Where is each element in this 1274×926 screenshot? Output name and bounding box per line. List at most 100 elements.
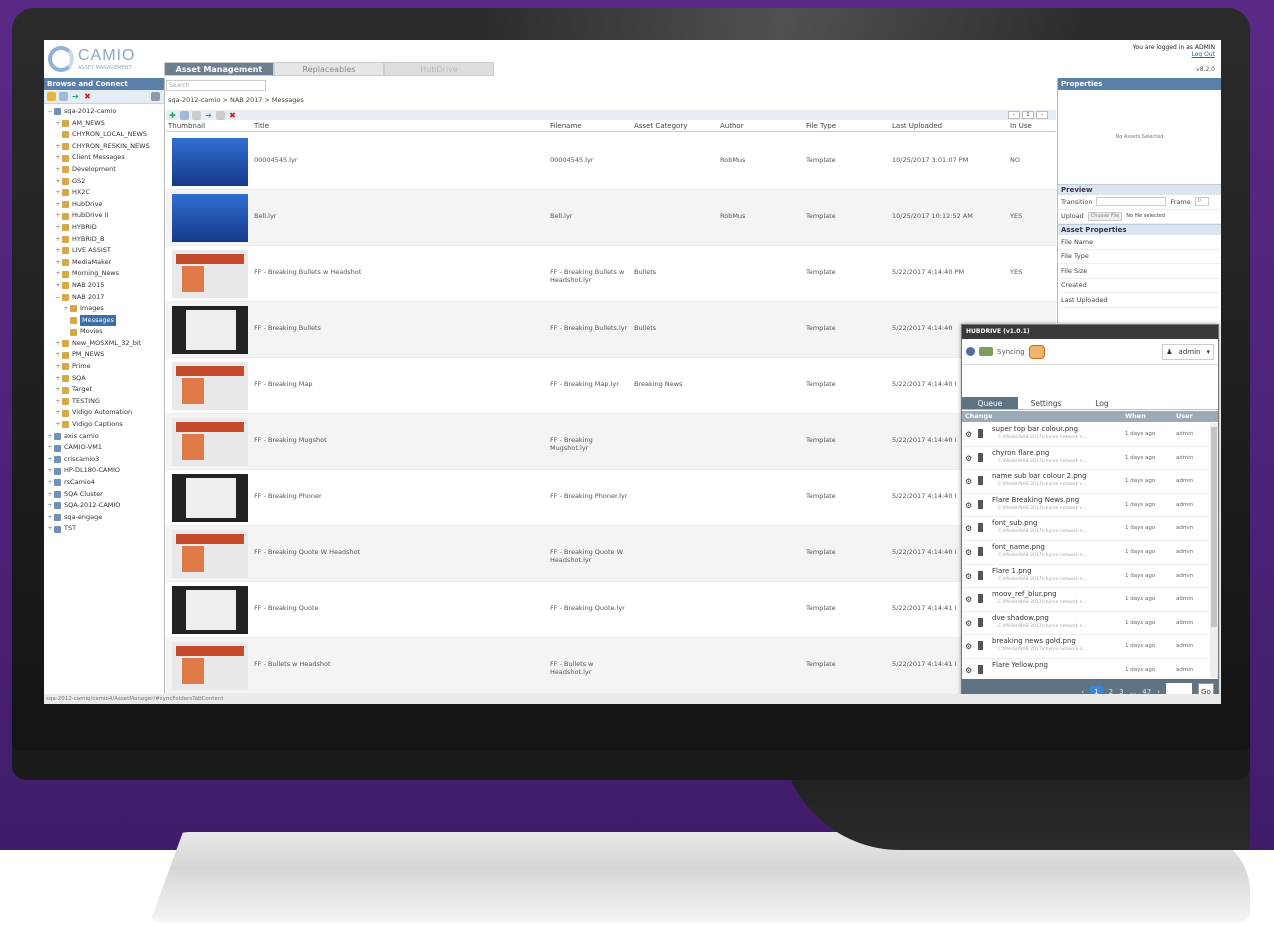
gear-icon[interactable]: ⚙ (965, 430, 972, 439)
expander-icon[interactable]: + (55, 222, 61, 234)
tree-item[interactable]: + PM_NEWS (44, 349, 164, 361)
tree-item[interactable]: + Prime (44, 361, 164, 373)
tab-log[interactable]: Log (1074, 397, 1130, 409)
tree-item[interactable]: + sqa-engage (44, 512, 164, 524)
tree-item[interactable]: + HubDrive (44, 199, 164, 211)
expander-icon[interactable]: + (55, 384, 61, 396)
next-page-icon[interactable]: › (1036, 111, 1048, 119)
tree-item[interactable]: + MediaMaker (44, 257, 164, 269)
col-in-use[interactable]: In Use (1010, 122, 1032, 130)
tree-item[interactable]: + GS2 (44, 176, 164, 188)
list-item[interactable]: ⚙ chyron flare.png C:\Media\NAB 2017\chyro… (962, 447, 1209, 471)
table-row[interactable]: FF - Breaking Phoner FF - Breaking Phoner… (166, 470, 1056, 526)
tree-item[interactable]: + axis camio (44, 431, 164, 443)
list-item[interactable]: ⚙ Flare Breaking News.png C:\Media\NAB 201… (962, 494, 1209, 518)
tab-hubdrive[interactable]: HubDrive (384, 62, 494, 76)
prev-page-icon[interactable]: ‹ (1008, 111, 1020, 119)
tree-item[interactable]: + SQA (44, 373, 164, 385)
tree-item[interactable]: + Vidigo Captions (44, 419, 164, 431)
tree-item[interactable]: + SQA-2012-CAMIO (44, 500, 164, 512)
col-title[interactable]: Title (254, 122, 269, 130)
expander-icon[interactable]: + (55, 118, 61, 130)
col-author[interactable]: Author (720, 122, 744, 130)
col-change[interactable]: Change (965, 412, 992, 420)
expander-icon[interactable]: + (55, 361, 61, 373)
expander-icon[interactable]: + (55, 245, 61, 257)
asset-thumbnail[interactable] (172, 642, 248, 690)
expander-icon[interactable]: + (55, 176, 61, 188)
expander-icon[interactable]: + (55, 407, 61, 419)
expander-icon[interactable]: − (55, 292, 61, 304)
gear-icon[interactable]: ⚙ (965, 501, 972, 510)
list-item[interactable]: ⚙ font_sub.png C:\Media\NAB 2017\chyron ne… (962, 517, 1209, 541)
gear-icon[interactable]: ⚙ (965, 666, 972, 675)
asset-thumbnail[interactable] (172, 138, 248, 186)
list-item[interactable]: ⚙ breaking news gold.png C:\Media\NAB 2017… (962, 635, 1209, 659)
tree-item[interactable]: + Vidigo Automation (44, 407, 164, 419)
expander-icon[interactable]: + (55, 199, 61, 211)
gear-icon[interactable]: ⚙ (965, 454, 972, 463)
refresh-icon[interactable] (216, 110, 225, 120)
tree-item[interactable]: + criscamio3 (44, 454, 164, 466)
tree-item[interactable]: + Target (44, 384, 164, 396)
tree-item[interactable]: + TST (44, 523, 164, 535)
asset-thumbnail[interactable] (172, 306, 248, 354)
expander-icon[interactable]: + (55, 234, 61, 246)
gear-icon[interactable]: ⚙ (965, 572, 972, 581)
tree-item[interactable]: + HYBRID_B (44, 234, 164, 246)
tab-settings[interactable]: Settings (1018, 397, 1074, 409)
tree-item[interactable]: + TESTING (44, 396, 164, 408)
asset-thumbnail[interactable] (172, 362, 248, 410)
tree-item[interactable]: + New_MOSXML_32_bit (44, 338, 164, 350)
tree-item[interactable]: + Client Messages (44, 152, 164, 164)
search-input[interactable]: Search (166, 80, 266, 91)
tree-item[interactable]: CHYRON_LOCAL_NEWS (44, 129, 164, 141)
connect-arrow-icon[interactable]: ➔ (71, 92, 80, 101)
download-icon[interactable] (192, 110, 201, 120)
user-menu[interactable]: ♟ admin ▾ (1162, 343, 1214, 360)
table-row[interactable]: FF - Breaking Bullets FF - Breaking Bulle… (166, 302, 1056, 358)
gear-icon[interactable]: ⚙ (965, 642, 972, 651)
col-file-type[interactable]: File Type (806, 122, 836, 130)
queue-scrollbar[interactable] (1210, 423, 1218, 678)
expander-icon[interactable]: + (55, 164, 61, 176)
list-item[interactable]: ⚙ dve shadow.png C:\Media\NAB 2017\chyron … (962, 612, 1209, 636)
list-item[interactable]: ⚙ super top bar colour.png C:\Media\NAB 20… (962, 423, 1209, 447)
col-thumbnail[interactable]: Thumbnail (168, 122, 205, 130)
tree-item[interactable]: + rsCamio4 (44, 477, 164, 489)
expander-icon[interactable]: + (55, 349, 61, 361)
expander-icon[interactable]: + (55, 373, 61, 385)
tree-item[interactable]: + HX2C (44, 187, 164, 199)
tree-item[interactable]: + HP-DL180-CAMIO (44, 465, 164, 477)
gear-icon[interactable]: ⚙ (965, 524, 972, 533)
col-last-uploaded[interactable]: Last Uploaded (892, 122, 942, 130)
expander-icon[interactable]: + (55, 338, 61, 350)
help-icon[interactable] (966, 347, 975, 356)
expander-icon[interactable]: + (47, 489, 53, 501)
expander-icon[interactable]: + (47, 465, 53, 477)
expander-icon[interactable]: + (55, 210, 61, 222)
tab-replaceables[interactable]: Replaceables (274, 62, 384, 76)
table-row[interactable]: FF - Breaking Quote FF - Breaking Quote.l… (166, 582, 1056, 638)
list-item[interactable]: ⚙ moov_ref_blur.png C:\Media\NAB 2017\chyr… (962, 588, 1209, 612)
expander-icon[interactable]: + (55, 396, 61, 408)
col-when[interactable]: When (1125, 412, 1146, 420)
col-asset-category[interactable]: Asset Category (634, 122, 687, 130)
tree-item[interactable]: − sqa-2012-camio (44, 106, 164, 118)
expander-icon[interactable]: + (55, 257, 61, 269)
gear-icon[interactable]: ⚙ (965, 595, 972, 604)
add-icon[interactable]: ✚ (168, 111, 177, 120)
tree-item[interactable]: + Morning_News (44, 268, 164, 280)
edit-icon[interactable] (180, 110, 189, 120)
table-row[interactable]: FF - Breaking Mugshot FF - Breaking Mugsh… (166, 414, 1056, 470)
expander-icon[interactable]: + (47, 477, 53, 489)
expander-icon[interactable]: + (47, 523, 53, 535)
tree-item[interactable]: − NAB 2017 (44, 292, 164, 304)
expander-icon[interactable]: − (47, 106, 53, 118)
tree-item[interactable]: + HubDrive II (44, 210, 164, 222)
remove-icon[interactable]: ✖ (228, 111, 237, 120)
tree-item[interactable]: + NAB 2015 (44, 280, 164, 292)
frame-input[interactable]: 0 (1194, 197, 1209, 207)
tree-item[interactable]: Movies (44, 326, 164, 338)
asset-thumbnail[interactable] (172, 474, 248, 522)
